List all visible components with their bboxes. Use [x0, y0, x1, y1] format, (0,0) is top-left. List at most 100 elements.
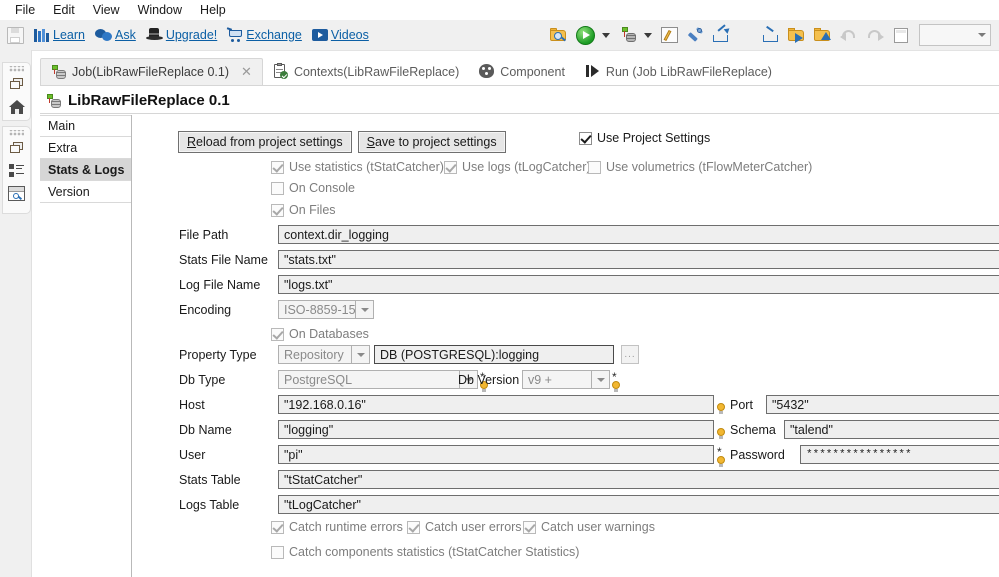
chevron-down-icon[interactable] — [355, 301, 373, 318]
use-volumetrics-checkbox[interactable]: Use volumetrics (tFlowMeterCatcher) — [588, 160, 812, 174]
menu-item-file[interactable]: File — [6, 1, 44, 19]
password-input[interactable]: **************** — [800, 445, 999, 464]
tab-job[interactable]: Job(LibRawFileReplace 0.1) ✕ — [40, 58, 263, 85]
checkbox-box[interactable] — [271, 181, 284, 195]
properties-tab-stats-and-logs[interactable]: Stats & Logs — [40, 159, 131, 181]
repository-connection-input[interactable]: DB (POSTGRESQL):logging — [374, 345, 614, 364]
checkbox-box[interactable] — [271, 545, 284, 559]
file-path-input[interactable]: context.dir_logging — [278, 225, 999, 244]
close-icon[interactable]: ✕ — [241, 64, 252, 80]
database-dropdown-caret-icon[interactable] — [644, 32, 652, 38]
checkbox-box[interactable] — [271, 160, 284, 174]
tab-run-label: Run (Job LibRawFileReplace) — [605, 64, 772, 79]
code-viewer-button[interactable] — [6, 182, 27, 205]
properties-tab-version[interactable]: Version — [40, 181, 131, 203]
on-databases-checkbox[interactable]: On Databases — [271, 327, 369, 341]
learn-label[interactable]: Learn — [53, 28, 85, 42]
checkbox-box[interactable] — [407, 520, 420, 534]
tab-run[interactable]: Run (Job LibRawFileReplace) — [575, 58, 782, 85]
host-input[interactable]: "192.168.0.16" — [278, 395, 714, 414]
catch-user-warnings-checkbox[interactable]: Catch user warnings — [523, 520, 655, 534]
undo-icon — [840, 28, 858, 42]
chevron-down-icon[interactable] — [351, 346, 369, 363]
page-title: LibRawFileReplace 0.1 — [40, 88, 999, 114]
db-name-input[interactable]: "logging" — [278, 420, 714, 439]
left-icon-rail — [0, 50, 32, 577]
chevron-down-icon[interactable] — [591, 371, 609, 388]
logs-table-input[interactable]: "tLogCatcher" — [278, 495, 999, 514]
find-in-repository-button[interactable] — [547, 23, 571, 47]
import-items-button[interactable] — [759, 23, 783, 47]
on-files-checkbox[interactable]: On Files — [271, 203, 336, 217]
restore-view-icon — [10, 77, 23, 90]
user-input[interactable]: "pi" — [278, 445, 714, 464]
properties-tab-main[interactable]: Main — [40, 115, 131, 137]
exchange-label[interactable]: Exchange — [246, 28, 302, 42]
restore-repository-view-button[interactable] — [6, 72, 27, 95]
checkbox-box[interactable] — [579, 131, 592, 145]
db-version-select[interactable]: v9 + — [522, 370, 610, 389]
db-type-select[interactable]: PostgreSQL — [278, 370, 478, 389]
save-button[interactable] — [2, 23, 29, 47]
stats-table-input[interactable]: "tStatCatcher" — [278, 470, 999, 489]
menu-item-window[interactable]: Window — [129, 1, 191, 19]
logs-table-label: Logs Table — [179, 498, 240, 512]
videos-link[interactable]: Videos — [307, 23, 374, 47]
save-to-project-settings-button[interactable]: Save to project settings — [357, 131, 506, 153]
port-input[interactable]: "5432" — [766, 395, 999, 414]
build-tools-button[interactable] — [683, 23, 707, 47]
exchange-link[interactable]: Exchange — [222, 23, 307, 47]
properties-tab-extra[interactable]: Extra — [40, 137, 131, 159]
use-project-settings-checkbox[interactable]: Use Project Settings — [579, 131, 710, 145]
ask-link[interactable]: Ask — [90, 23, 141, 47]
undo-button[interactable] — [837, 23, 861, 47]
menu-item-view[interactable]: View — [84, 1, 129, 19]
run-dropdown-caret-icon[interactable] — [602, 32, 610, 38]
stats-and-logs-form: Reload from project settings Save to pro… — [132, 115, 999, 577]
catch-user-errors-checkbox[interactable]: Catch user errors — [407, 520, 522, 534]
checkbox-box[interactable] — [523, 520, 536, 534]
db-version-hint-bulb-icon — [612, 381, 620, 392]
catch-components-statistics-checkbox[interactable]: Catch components statistics (tStatCatche… — [271, 545, 579, 559]
export-folder-button[interactable] — [811, 23, 835, 47]
upgrade-link[interactable]: Upgrade! — [141, 23, 222, 47]
checkbox-box[interactable] — [271, 520, 284, 534]
use-logs-checkbox[interactable]: Use logs (tLogCatcher) — [444, 160, 591, 174]
upgrade-label[interactable]: Upgrade! — [166, 28, 217, 42]
import-folder-button[interactable] — [785, 23, 809, 47]
database-connection-button[interactable] — [615, 23, 639, 47]
tab-contexts[interactable]: Contexts(LibRawFileReplace) — [263, 58, 469, 85]
checkbox-box[interactable] — [271, 327, 284, 341]
encoding-select[interactable]: ISO-8859-15 — [278, 300, 374, 319]
ask-label[interactable]: Ask — [115, 28, 136, 42]
run-job-button[interactable] — [573, 23, 597, 47]
redo-button[interactable] — [863, 23, 887, 47]
checkbox-box[interactable] — [444, 160, 457, 174]
property-type-select[interactable]: Repository — [278, 345, 370, 364]
export-job-button[interactable] — [709, 23, 733, 47]
log-file-name-input[interactable]: "logs.txt" — [278, 275, 999, 294]
new-page-button[interactable] — [889, 23, 913, 47]
catch-runtime-errors-checkbox[interactable]: Catch runtime errors — [271, 520, 403, 534]
edit-properties-button[interactable] — [657, 23, 681, 47]
reload-from-project-settings-button[interactable]: Reload from project settings — [178, 131, 352, 153]
checkbox-box[interactable] — [271, 203, 284, 217]
restore-outline-view-button[interactable] — [6, 136, 27, 159]
home-view-button[interactable] — [6, 95, 27, 118]
menu-item-edit[interactable]: Edit — [44, 1, 84, 19]
stats-file-name-input[interactable]: "stats.txt" — [278, 250, 999, 269]
on-console-checkbox[interactable]: On Console — [271, 181, 355, 195]
tab-component[interactable]: Component — [469, 58, 575, 85]
browse-repository-button[interactable]: ... — [621, 345, 639, 364]
use-statistics-checkbox[interactable]: Use statistics (tStatCatcher) — [271, 160, 444, 174]
outline-view-button[interactable] — [6, 159, 27, 182]
edit-properties-icon — [660, 27, 678, 43]
component-palette-icon — [479, 64, 495, 79]
videos-label[interactable]: Videos — [331, 28, 369, 42]
perspective-selector[interactable] — [919, 24, 991, 46]
menu-item-help[interactable]: Help — [191, 1, 235, 19]
file-path-label: File Path — [179, 228, 229, 242]
learn-link[interactable]: Learn — [29, 23, 90, 47]
schema-input[interactable]: "talend" — [784, 420, 999, 439]
checkbox-box[interactable] — [588, 160, 601, 174]
